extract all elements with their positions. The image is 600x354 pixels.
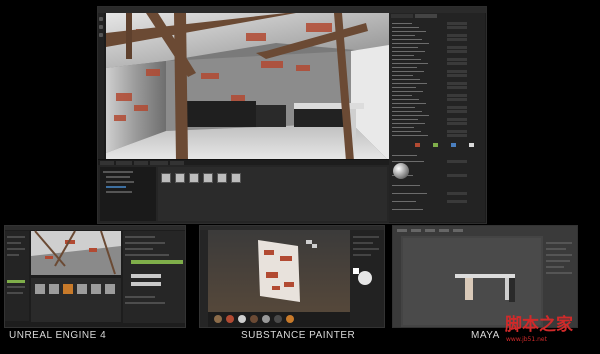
property-value[interactable] — [447, 160, 467, 163]
property-label — [392, 115, 429, 116]
property-row[interactable] — [389, 153, 485, 157]
property-label — [392, 99, 419, 100]
property-label — [392, 71, 424, 72]
property-label — [392, 155, 417, 156]
property-label — [392, 43, 429, 44]
property-label — [392, 107, 415, 108]
tree-item[interactable] — [106, 176, 130, 178]
property-label — [392, 87, 416, 88]
property-value[interactable] — [447, 200, 467, 203]
content-browser — [98, 159, 389, 223]
property-value[interactable] — [447, 174, 467, 177]
watermark-title: 脚本之家 — [505, 315, 573, 335]
caption-maya: MAYA — [471, 330, 500, 341]
asset-thumbnail[interactable] — [189, 173, 199, 183]
property-label — [392, 67, 417, 68]
substance-painter-render — [200, 226, 384, 327]
property-label — [392, 23, 412, 24]
property-label — [392, 201, 416, 202]
property-row[interactable] — [389, 133, 485, 137]
property-row[interactable] — [389, 207, 485, 211]
property-label — [392, 51, 425, 52]
color-swatch-blue[interactable] — [451, 143, 456, 147]
tree-item[interactable] — [106, 191, 132, 193]
property-label — [392, 103, 426, 104]
unreal-engine-screenshot — [4, 225, 186, 328]
property-row[interactable] — [389, 183, 485, 187]
property-value[interactable] — [447, 134, 467, 137]
property-label — [392, 55, 414, 56]
property-label — [392, 35, 415, 36]
property-label — [392, 59, 421, 60]
tab-sources[interactable] — [116, 161, 132, 165]
property-label — [392, 83, 427, 84]
property-label — [392, 111, 422, 112]
property-label — [392, 193, 427, 194]
rotate-tool-icon[interactable] — [99, 33, 103, 37]
asset-thumbnail[interactable] — [161, 173, 171, 183]
property-label — [392, 31, 426, 32]
asset-thumbnail[interactable] — [175, 173, 185, 183]
tree-item-selected[interactable] — [106, 186, 126, 188]
tree-item[interactable] — [106, 181, 134, 183]
property-label — [392, 127, 414, 128]
caption-substance-painter: SUBSTANCE PAINTER — [241, 330, 356, 341]
asset-grid — [158, 167, 387, 221]
tree-item[interactable] — [103, 171, 133, 173]
tab-collections[interactable] — [170, 161, 184, 165]
color-swatch-red[interactable] — [415, 143, 420, 147]
property-label — [392, 47, 418, 48]
substance-painter-screenshot — [199, 225, 385, 328]
color-swatch-row — [393, 141, 481, 149]
watermark-url: www.jb51.net — [506, 336, 547, 343]
property-label — [392, 131, 421, 132]
property-label — [392, 91, 423, 92]
asset-thumbnail[interactable] — [231, 173, 241, 183]
property-label — [392, 27, 419, 28]
tab-content[interactable] — [100, 161, 114, 165]
caption-unreal-engine: UNREAL ENGINE 4 — [9, 330, 107, 341]
tab-details[interactable] — [391, 14, 413, 18]
select-tool-icon[interactable] — [99, 17, 103, 21]
property-label — [392, 75, 413, 76]
material-preview-sphere[interactable] — [393, 163, 409, 179]
color-swatch-white[interactable] — [469, 143, 474, 147]
tool-strip — [98, 13, 104, 163]
property-label — [392, 119, 418, 120]
property-row[interactable] — [389, 191, 485, 195]
property-row[interactable] — [389, 199, 485, 203]
tab-world-settings[interactable] — [415, 14, 437, 18]
property-label — [392, 79, 420, 80]
unreal-editor-render — [5, 226, 185, 327]
property-label — [392, 95, 412, 96]
property-label — [392, 135, 428, 136]
color-swatch-green[interactable] — [433, 143, 438, 147]
details-panel — [389, 13, 485, 222]
property-label — [392, 209, 423, 210]
move-tool-icon[interactable] — [99, 25, 103, 29]
main-editor-window — [97, 6, 487, 224]
asset-thumbnail[interactable] — [217, 173, 227, 183]
tab-search[interactable] — [150, 161, 168, 165]
tab-filters[interactable] — [134, 161, 148, 165]
property-label — [392, 39, 422, 40]
content-browser-tabs — [98, 160, 389, 165]
viewport-render — [106, 13, 389, 161]
property-label — [392, 123, 425, 124]
property-label — [392, 185, 420, 186]
property-value[interactable] — [447, 192, 467, 195]
viewport[interactable] — [106, 13, 389, 161]
folder-tree — [100, 167, 156, 221]
asset-thumbnail[interactable] — [203, 173, 213, 183]
property-label — [392, 161, 424, 162]
property-label — [392, 63, 428, 64]
